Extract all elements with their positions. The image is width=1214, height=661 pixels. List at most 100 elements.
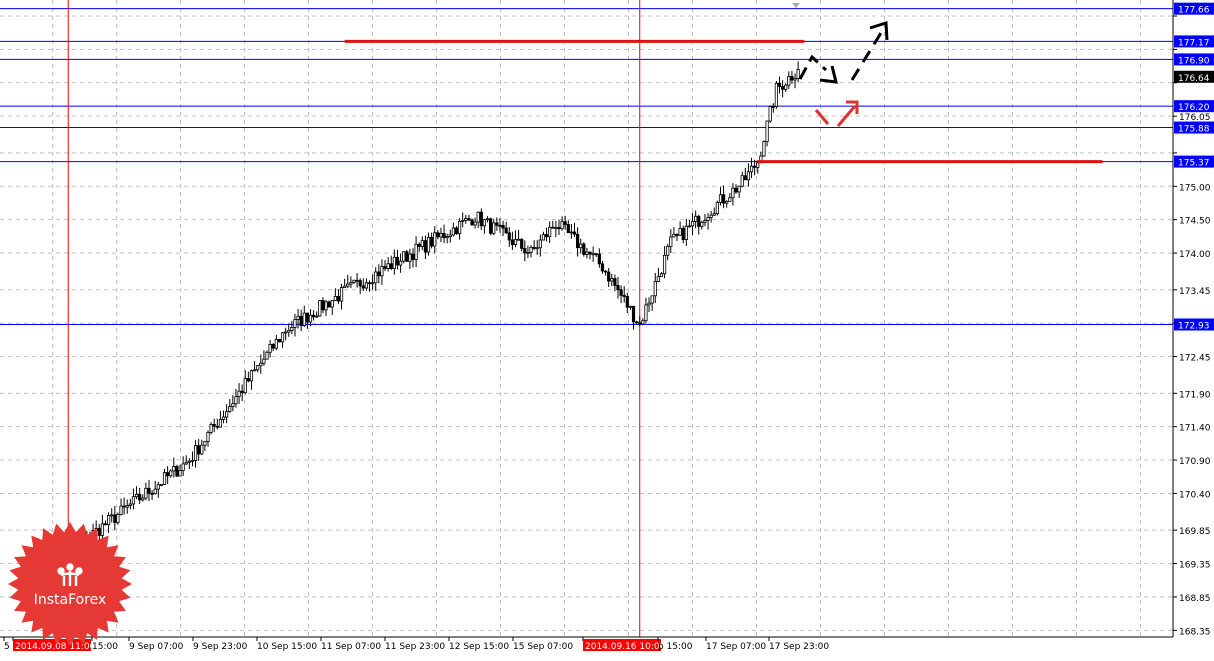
price-chart[interactable]: 177.66 177.17 176.90 176.20 175.88 175.37 172.… [0, 0, 1214, 657]
candle-bull [737, 185, 741, 193]
candle-bull [398, 260, 403, 266]
candle-bull [346, 283, 350, 287]
level-label: 177.17 [1178, 38, 1210, 48]
price-tick-label: 171.40 [1179, 424, 1211, 434]
candle-bear [395, 256, 400, 266]
candle-bull [352, 279, 356, 283]
candle-bull [172, 465, 176, 472]
candle-bull [706, 217, 710, 221]
candle-bear [327, 301, 331, 308]
candle-bull [535, 247, 539, 250]
candle-bull [659, 273, 664, 278]
candle-bull [221, 416, 226, 420]
candle-bear [442, 233, 446, 239]
candle-bull [700, 221, 704, 227]
candle-bull [339, 287, 344, 302]
candle-bull [728, 197, 732, 202]
candle-bear [625, 296, 629, 308]
level-label: 175.88 [1178, 125, 1210, 135]
candle-bull [687, 225, 692, 228]
candle-bear [588, 251, 592, 255]
candle-bull [445, 236, 449, 239]
level-label: 176.90 [1178, 56, 1210, 66]
candle-bear [504, 227, 508, 234]
candle-bull [703, 220, 707, 223]
candle-bear [566, 224, 570, 234]
candle-bull [187, 460, 191, 463]
candle-bull [330, 300, 334, 308]
candle-bear [311, 314, 316, 318]
level-label: 177.66 [1178, 6, 1210, 16]
candle-bull [656, 276, 660, 282]
candle-bull [768, 106, 772, 122]
candle-bull [181, 463, 185, 471]
price-tick-label: 172.45 [1179, 354, 1211, 364]
candle-bear [594, 253, 598, 256]
candle-bull [774, 82, 778, 107]
candle-bull [647, 302, 651, 306]
candle-bull [318, 300, 322, 317]
candle-bear [603, 270, 608, 273]
candle-bull [371, 282, 375, 285]
candle-bull [402, 251, 406, 262]
candle-bull [756, 162, 760, 168]
candle-bull [787, 76, 791, 86]
chart-canvas[interactable]: 177.66 177.17 176.90 176.20 175.88 175.37 172.… [0, 0, 1214, 657]
time-tick-label: 5 [4, 642, 10, 652]
candle-bull [513, 239, 518, 245]
candle-bull [386, 263, 390, 269]
candle-bear [97, 527, 101, 536]
price-tick-label: 170.90 [1179, 457, 1211, 467]
candle-bull [709, 214, 713, 218]
candle-bull [492, 222, 496, 234]
candle-bull [280, 332, 285, 343]
candle-bear [389, 263, 393, 269]
candle-bear [305, 312, 309, 323]
candle-bull [784, 84, 788, 90]
candle-bull [302, 312, 306, 326]
candle-bull [110, 514, 114, 517]
time-tick-label: 10 Sep 15:00 [257, 642, 317, 652]
candle-bear [771, 106, 775, 108]
candle-bull [333, 296, 337, 301]
current-price-label: 176.64 [1178, 74, 1210, 84]
price-tick-label: 174.00 [1179, 250, 1211, 260]
candle-bear [631, 305, 636, 323]
candle-bear [582, 243, 586, 255]
candle-bull [426, 236, 431, 253]
candle-bull [159, 484, 164, 486]
candle-bull [538, 239, 542, 249]
candle-bear [501, 225, 505, 229]
price-tick-label: 168.85 [1179, 594, 1211, 604]
candle-bull [225, 411, 229, 418]
candle-bull [343, 285, 347, 288]
candle-bull [464, 218, 468, 221]
candle-bull [473, 221, 477, 226]
level-label: 176.20 [1178, 103, 1210, 113]
candle-bull [548, 226, 552, 238]
candle-bull [249, 370, 254, 382]
candle-bull [485, 218, 490, 221]
candle-bear [697, 215, 701, 227]
time-tick-label: 11 Sep 07:00 [321, 642, 381, 652]
price-tick-label: 173.45 [1179, 287, 1211, 297]
candle-bear [781, 86, 785, 90]
candle-bull [100, 523, 104, 536]
candle-bull [231, 403, 235, 407]
candle-bull [793, 78, 797, 81]
candle-bull [134, 493, 139, 498]
candle-bear [113, 514, 117, 523]
candle-bull [268, 343, 272, 353]
logo-text: InstaForex [34, 592, 107, 608]
candle-bear [470, 219, 474, 226]
candle-bull [265, 351, 269, 360]
candle-bull [209, 424, 213, 433]
candle-bear [166, 472, 170, 477]
candle-bear [212, 424, 216, 427]
candle-bear [498, 224, 502, 227]
candle-bear [523, 248, 527, 254]
candle-bear [563, 221, 567, 225]
candle-bear [790, 76, 794, 81]
candle-bull [690, 221, 695, 227]
candle-bear [147, 487, 151, 494]
